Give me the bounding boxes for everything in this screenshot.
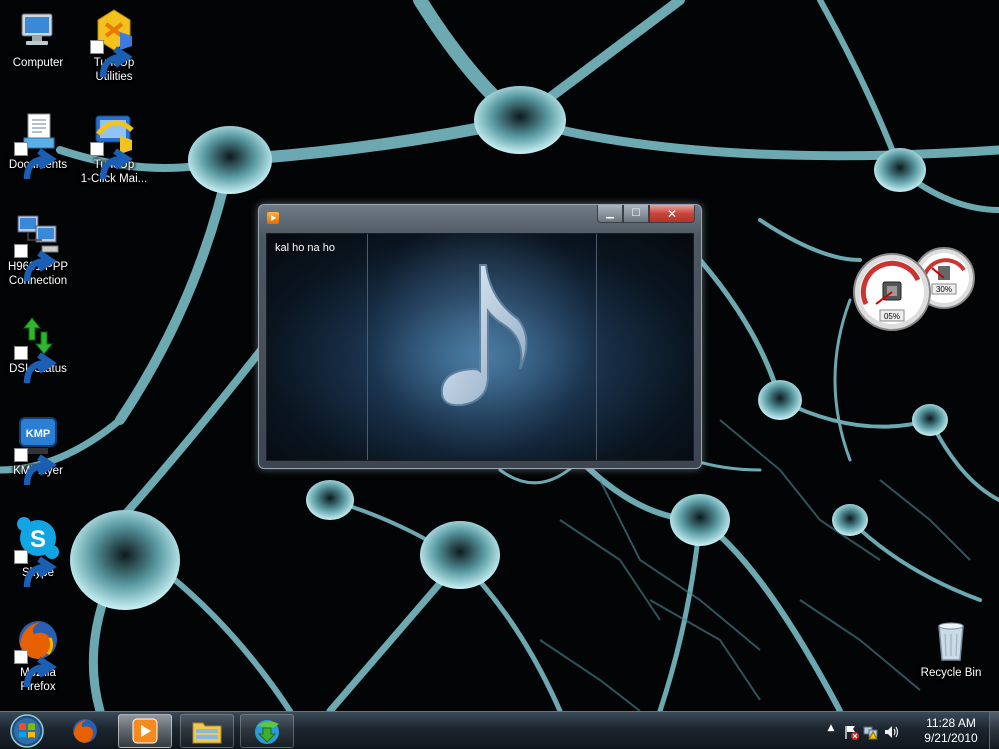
music-note-icon xyxy=(440,264,528,407)
shortcut-arrow-icon xyxy=(14,142,57,180)
shortcut-arrow-icon xyxy=(14,550,57,588)
desktop-icon-h9601-ppp[interactable]: H9601 PPP Connection xyxy=(0,210,76,288)
desktop-icon-computer[interactable]: Computer xyxy=(0,6,76,70)
shortcut-arrow-icon xyxy=(90,142,133,180)
desktop-icon-label: Computer xyxy=(12,57,64,69)
window-titlebar[interactable]: ▁ ☐ ✕ xyxy=(259,205,701,231)
close-button[interactable]: ✕ xyxy=(649,205,695,223)
now-playing-area[interactable]: kal ho na ho xyxy=(266,233,694,461)
memory-percent: 30% xyxy=(936,285,952,294)
firefox-icon xyxy=(73,719,97,743)
track-title: kal ho na ho xyxy=(275,242,335,254)
desktop-icon-mozilla-firefox[interactable]: Mozilla Firefox xyxy=(0,616,76,694)
desktop-icon-tuneup-1click[interactable]: TuneUp 1-Click Mai... xyxy=(76,108,152,186)
cpu-gauge: 05% xyxy=(853,253,931,331)
taskbar-firefox[interactable] xyxy=(58,714,112,748)
documents-icon xyxy=(14,108,62,180)
cpu-percent: 05% xyxy=(884,312,900,321)
show-desktop-button[interactable] xyxy=(989,712,999,749)
tuneup-utilities-icon xyxy=(90,6,138,78)
taskbar-download-manager[interactable] xyxy=(240,714,294,748)
kmp-logo-text: KMP xyxy=(26,428,50,440)
shortcut-arrow-icon xyxy=(90,40,133,78)
desktop-icon-skype[interactable]: S Skype xyxy=(0,516,76,588)
desktop-icon-tuneup-utilities[interactable]: TuneUp Utilities xyxy=(76,6,152,84)
shortcut-arrow-icon xyxy=(14,346,57,384)
media-player-window[interactable]: ▁ ☐ ✕ kal ho na ho xyxy=(258,204,702,469)
clock-time: 11:28 AM xyxy=(926,716,976,730)
clock-date: 9/21/2010 xyxy=(924,731,978,745)
computer-icon xyxy=(14,6,62,54)
download-manager-icon xyxy=(255,720,279,744)
volume-icon[interactable] xyxy=(883,724,899,740)
media-player-icon xyxy=(132,718,158,744)
action-center-flag-icon[interactable] xyxy=(843,724,859,740)
taskbar-windows-explorer[interactable] xyxy=(180,714,234,748)
caption-buttons: ▁ ☐ ✕ xyxy=(597,205,695,223)
shortcut-arrow-icon xyxy=(14,448,57,486)
start-button[interactable] xyxy=(4,713,50,749)
firefox-icon xyxy=(14,616,62,688)
tuneup-1click-icon xyxy=(90,108,138,180)
network-connection-icon xyxy=(14,210,62,282)
notification-area: ▲ 11:28 AM 9/21/2010 xyxy=(819,712,999,749)
cpu-meter-gadget[interactable]: 30% 05% xyxy=(852,246,978,334)
recycle-bin-icon xyxy=(927,616,975,664)
dsl-status-icon xyxy=(14,312,62,384)
album-art-panel xyxy=(367,234,597,460)
desktop-icon-recycle-bin[interactable]: Recycle Bin xyxy=(913,616,989,680)
desktop-icon-dsl-status[interactable]: DSL Status xyxy=(0,312,76,384)
desktop-icon-documents[interactable]: Documents xyxy=(0,108,76,180)
kmplayer-icon: KMP xyxy=(14,414,62,486)
desktop-icon-kmplayer[interactable]: KMP KMPlayer xyxy=(0,414,76,486)
minimize-button[interactable]: ▁ xyxy=(597,205,623,223)
network-warning-icon[interactable] xyxy=(863,724,879,740)
desktop-icon-label: Recycle Bin xyxy=(920,667,982,679)
folder-icon xyxy=(192,722,222,744)
taskbar: ▲ 11:28 AM 9/21/2010 xyxy=(0,711,999,749)
show-hidden-icons-button[interactable]: ▲ xyxy=(823,723,839,739)
taskbar-media-player[interactable] xyxy=(118,714,172,748)
svg-text:S: S xyxy=(30,526,46,553)
maximize-button[interactable]: ☐ xyxy=(623,205,649,223)
skype-icon: S xyxy=(14,516,62,588)
shortcut-arrow-icon xyxy=(14,244,57,282)
clock[interactable]: 11:28 AM 9/21/2010 xyxy=(915,716,987,746)
shortcut-arrow-icon xyxy=(14,650,57,688)
media-player-app-icon[interactable] xyxy=(267,212,279,224)
